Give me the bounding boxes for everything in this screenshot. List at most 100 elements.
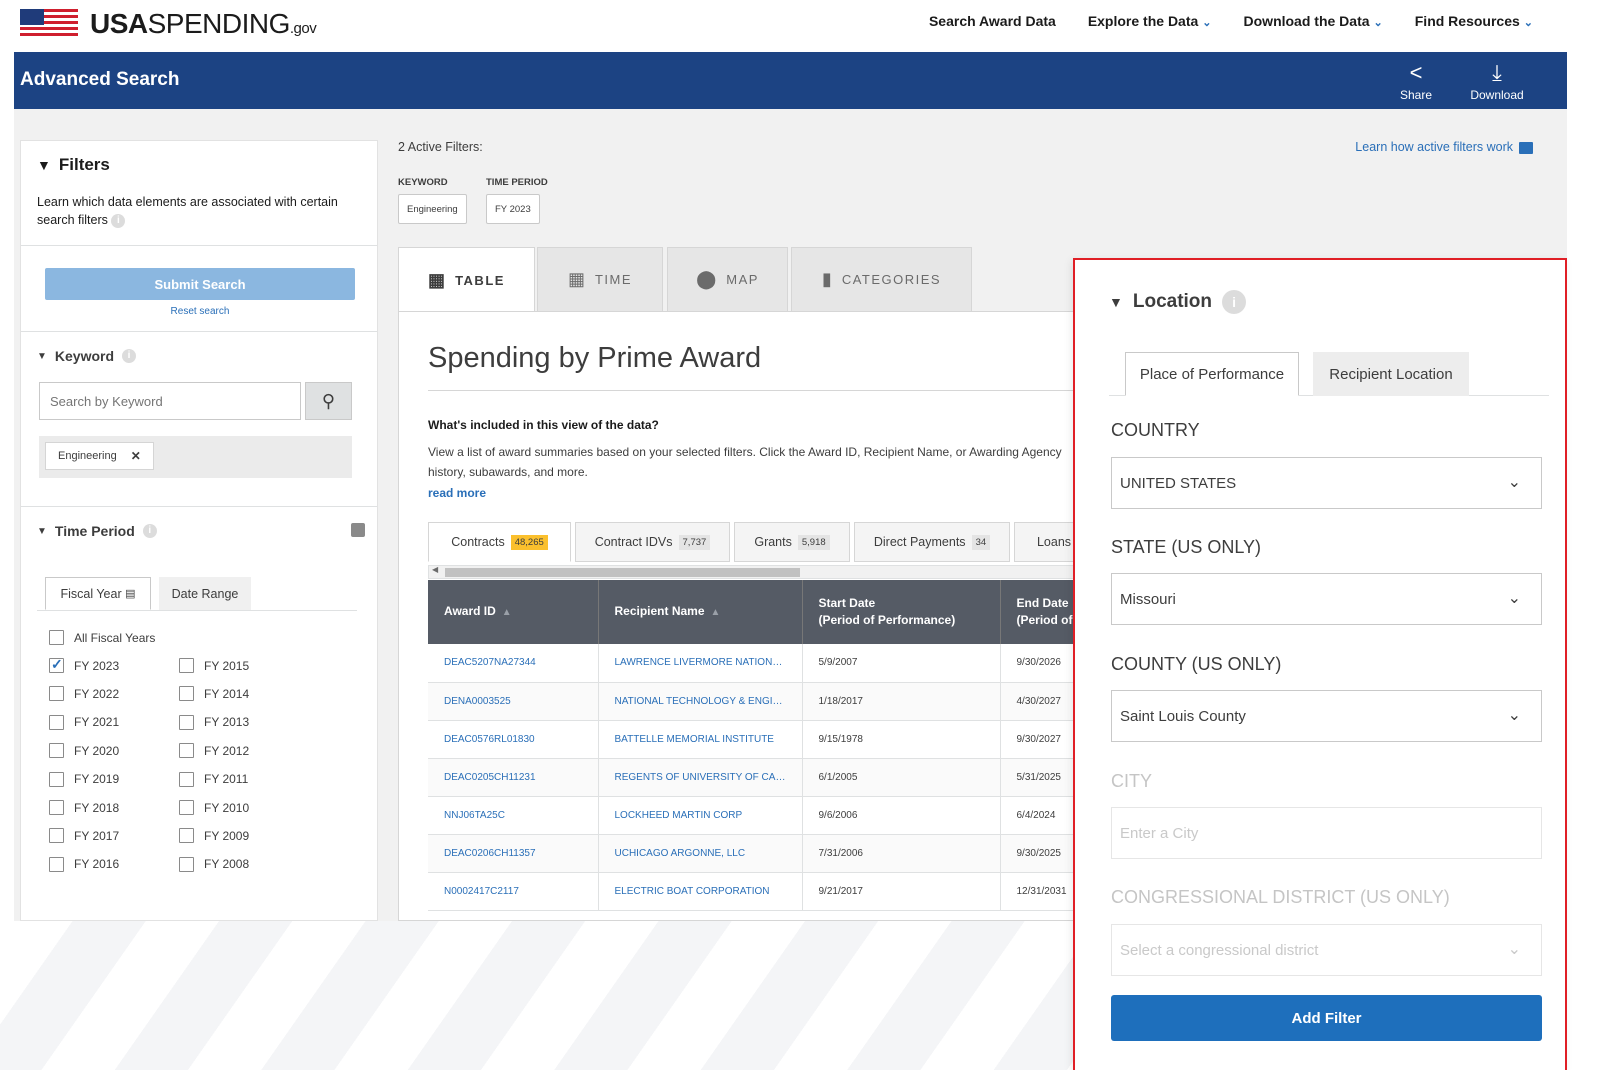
checkbox[interactable]: [179, 743, 194, 759]
column-header-end-date[interactable]: End Date (Period of: [1000, 580, 1078, 644]
checkbox[interactable]: [49, 630, 64, 645]
checkbox-fiscal-year[interactable]: FY 2013: [179, 714, 249, 730]
country-select[interactable]: UNITED STATES ⌄: [1111, 457, 1542, 509]
checkbox-fiscal-year[interactable]: FY 2011: [179, 771, 248, 787]
checkbox-fiscal-year[interactable]: FY 2008: [179, 856, 249, 872]
award-id-link[interactable]: DEAC0576RL01830: [428, 720, 599, 759]
checkbox[interactable]: [49, 856, 64, 872]
tab-place-of-performance[interactable]: Place of Performance: [1125, 352, 1299, 396]
award-id-link[interactable]: DEAC0205CH11231: [428, 758, 599, 797]
checkbox-fiscal-year[interactable]: FY 2012: [179, 743, 249, 759]
checkbox-all-fiscal-years[interactable]: All Fiscal Years: [49, 630, 155, 645]
site-logo[interactable]: USASPENDING.gov: [20, 8, 317, 40]
time-period-toggle[interactable]: ▼ Time Period i: [37, 523, 157, 539]
recipient-name-link[interactable]: ELECTRIC BOAT CORPORATION: [598, 872, 803, 911]
checkbox-fiscal-year[interactable]: FY 2022: [49, 686, 119, 702]
checkbox-fiscal-year[interactable]: FY 2018: [49, 800, 119, 815]
read-more-link[interactable]: read more: [428, 486, 486, 500]
start-date-cell: 5/9/2007: [802, 644, 1001, 683]
tab-direct-payments[interactable]: Direct Payments 34: [854, 522, 1010, 562]
download-button[interactable]: ⤓ Download: [1466, 58, 1528, 102]
recipient-name-link[interactable]: LAWRENCE LIVERMORE NATIONAL SECURITY, LL…: [598, 644, 803, 683]
checkbox[interactable]: [179, 856, 194, 872]
checkbox[interactable]: [179, 714, 194, 730]
flag-icon: [20, 9, 78, 39]
scrollbar-thumb[interactable]: [445, 568, 800, 577]
column-header-award-id[interactable]: Award ID ▲: [428, 580, 599, 644]
tab-grants[interactable]: Grants 5,918: [734, 522, 850, 562]
checkbox-fiscal-year[interactable]: FY 2023: [49, 656, 119, 673]
nav-explore-the-data[interactable]: Explore the Data ⌄: [1088, 13, 1212, 29]
chevron-left-icon[interactable]: ◀: [432, 565, 438, 574]
checkbox[interactable]: [179, 771, 194, 787]
tab-loans[interactable]: Loans: [1014, 522, 1078, 562]
reset-search-link[interactable]: Reset search: [21, 306, 379, 317]
checkbox[interactable]: [179, 800, 194, 815]
keyword-search-button[interactable]: ⚲: [305, 382, 352, 420]
checkbox[interactable]: [49, 743, 64, 759]
column-header-recipient-name[interactable]: Recipient Name ▲: [598, 580, 803, 644]
checkbox[interactable]: [49, 800, 64, 815]
keyword-filter-chip[interactable]: Engineering: [398, 194, 467, 224]
time-filter-chip[interactable]: FY 2023: [486, 194, 540, 224]
column-header-start-date[interactable]: Start Date (Period of Performance): [802, 580, 1001, 644]
award-id-link[interactable]: DENA0003525: [428, 682, 599, 721]
award-id-link[interactable]: DEAC0206CH11357: [428, 834, 599, 873]
checkbox-fiscal-year[interactable]: FY 2014: [179, 686, 249, 702]
info-icon[interactable]: i: [142, 524, 157, 538]
nav-download-the-data[interactable]: Download the Data ⌄: [1244, 13, 1383, 29]
learn-active-filters-link[interactable]: Learn how active filters work: [1355, 140, 1533, 154]
tab-time[interactable]: ▦ TIME: [537, 247, 663, 311]
checkbox[interactable]: [179, 828, 194, 844]
checkbox[interactable]: [49, 771, 64, 787]
state-select[interactable]: Missouri ⌄: [1111, 573, 1542, 625]
submit-search-button[interactable]: Submit Search: [45, 268, 355, 300]
nav-search-award-data[interactable]: Search Award Data: [929, 13, 1056, 29]
checkbox-fiscal-year[interactable]: FY 2016: [49, 856, 119, 872]
recipient-name-link[interactable]: UCHICAGO ARGONNE, LLC: [598, 834, 803, 873]
tab-recipient-location[interactable]: Recipient Location: [1313, 352, 1469, 396]
award-id-link[interactable]: N0002417C2117: [428, 872, 599, 911]
checkbox-fiscal-year[interactable]: FY 2019: [49, 771, 119, 787]
location-toggle[interactable]: ▼ Location i: [1109, 290, 1247, 314]
tab-contracts[interactable]: Contracts 48,265: [428, 522, 571, 562]
info-icon[interactable]: i: [1222, 290, 1247, 314]
checkbox[interactable]: [179, 658, 194, 673]
keyword-toggle[interactable]: ▼ Keyword i: [37, 348, 137, 364]
checkbox-fiscal-year[interactable]: FY 2015: [179, 658, 249, 673]
district-select[interactable]: Select a congressional district ⌄: [1111, 924, 1542, 976]
tab-date-range[interactable]: Date Range: [159, 577, 251, 610]
checkbox[interactable]: [49, 714, 64, 730]
checkbox[interactable]: [49, 656, 64, 673]
award-id-link[interactable]: NNJ06TA25C: [428, 796, 599, 835]
checkbox-fiscal-year[interactable]: FY 2009: [179, 828, 249, 844]
horizontal-scrollbar[interactable]: ◀: [428, 565, 1078, 579]
checkbox[interactable]: [49, 686, 64, 702]
checkbox-fiscal-year[interactable]: FY 2020: [49, 743, 119, 759]
checkbox-fiscal-year[interactable]: FY 2010: [179, 800, 249, 815]
checkbox-fiscal-year[interactable]: FY 2017: [49, 828, 119, 844]
keyword-search-input[interactable]: [39, 382, 301, 420]
share-button[interactable]: < Share: [1398, 58, 1434, 102]
checkbox[interactable]: [179, 686, 194, 702]
checkbox-fiscal-year[interactable]: FY 2021: [49, 714, 119, 730]
tab-categories[interactable]: ▮ CATEGORIES: [791, 247, 972, 311]
tab-map[interactable]: ⬤ MAP: [667, 247, 788, 311]
county-select[interactable]: Saint Louis County ⌄: [1111, 690, 1542, 742]
tab-table[interactable]: ▦ TABLE: [398, 247, 535, 313]
recipient-name-link[interactable]: LOCKHEED MARTIN CORP: [598, 796, 803, 835]
nav-find-resources[interactable]: Find Resources ⌄: [1415, 13, 1533, 29]
recipient-name-link[interactable]: BATTELLE MEMORIAL INSTITUTE: [598, 720, 803, 759]
city-input[interactable]: Enter a City: [1111, 807, 1542, 859]
tab-fiscal-year[interactable]: Fiscal Year ▤: [45, 577, 151, 610]
close-icon[interactable]: ✕: [131, 449, 141, 463]
collapse-icon[interactable]: [351, 523, 365, 537]
checkbox[interactable]: [49, 828, 64, 844]
award-id-link[interactable]: DEAC5207NA27344: [428, 644, 599, 683]
info-icon[interactable]: i: [111, 213, 126, 228]
info-icon[interactable]: i: [122, 349, 137, 363]
tab-contract-idvs[interactable]: Contract IDVs 7,737: [575, 522, 730, 562]
recipient-name-link[interactable]: NATIONAL TECHNOLOGY & ENGINEERING SOLUTI…: [598, 682, 803, 721]
add-filter-button[interactable]: Add Filter: [1111, 995, 1542, 1041]
recipient-name-link[interactable]: REGENTS OF UNIVERSITY OF CALIFORNIA: [598, 758, 803, 797]
